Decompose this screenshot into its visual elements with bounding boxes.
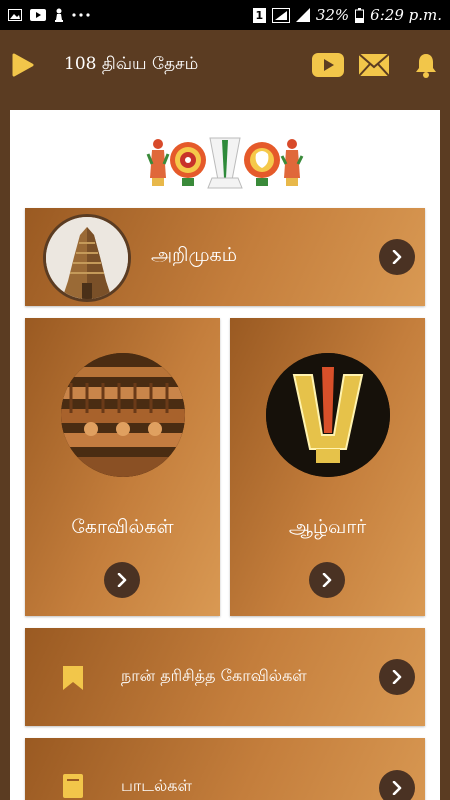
youtube-notification-icon (30, 8, 46, 22)
bell-icon[interactable] (414, 52, 438, 78)
intro-label: அறிமுகம் (151, 244, 238, 266)
temples-label: கோவில்கள் (71, 516, 174, 538)
alwar-label: ஆழ்வார் (288, 516, 367, 538)
intro-card[interactable]: அறிமுகம் (25, 208, 425, 306)
youtube-icon[interactable] (312, 53, 344, 77)
chevron-right-icon (322, 573, 332, 587)
app-bar: 108 திவ்ய தேசம் (0, 30, 450, 100)
chevron-right-icon (392, 250, 402, 264)
status-bar: 1 32% 6:29 p.m. (0, 0, 450, 30)
clock: 6:29 p.m. (370, 6, 442, 24)
play-icon[interactable] (12, 53, 34, 77)
intro-arrow-button[interactable] (379, 239, 415, 275)
songs-arrow-button[interactable] (379, 770, 415, 800)
chevron-right-icon (392, 781, 402, 795)
chevron-right-icon (117, 573, 127, 587)
gallery-notification-icon (8, 8, 22, 22)
temple-gopuram-thumbnail (43, 214, 131, 302)
chess-notification-icon (54, 8, 64, 22)
temples-card[interactable]: கோவில்கள் (25, 318, 220, 616)
mail-icon[interactable] (358, 53, 390, 77)
songs-label: பாடல்கள் (121, 776, 192, 795)
home-content: அறிமுகம் கோவில்கள் ஆழ்வார் நான் தரிசித்த… (10, 110, 440, 800)
more-notifications-icon (72, 8, 90, 22)
visited-temples-arrow-button[interactable] (379, 659, 415, 695)
visited-temples-card[interactable]: நான் தரிசித்த கோவில்கள் (25, 628, 425, 726)
battery-icon (355, 7, 365, 23)
alwar-arrow-button[interactable] (309, 562, 345, 598)
vaishnava-logo (146, 134, 304, 190)
temple-carvings-thumbnail (61, 353, 185, 477)
alwar-card[interactable]: ஆழ்வார் (230, 318, 425, 616)
bookmark-icon (61, 666, 85, 694)
sim-badge: 1 (252, 7, 266, 23)
signal-icon (271, 7, 290, 23)
songs-card[interactable]: பாடல்கள் (25, 738, 425, 800)
namam-jewel-thumbnail (266, 353, 390, 477)
visited-temples-label: நான் தரிசித்த கோவில்கள் (121, 666, 307, 685)
app-title: 108 திவ்ய தேசம் (64, 54, 199, 74)
battery-percent: 32% (315, 6, 350, 24)
cell-signal-icon (295, 8, 310, 22)
songs-icon (63, 774, 83, 800)
chevron-right-icon (392, 670, 402, 684)
temples-arrow-button[interactable] (104, 562, 140, 598)
